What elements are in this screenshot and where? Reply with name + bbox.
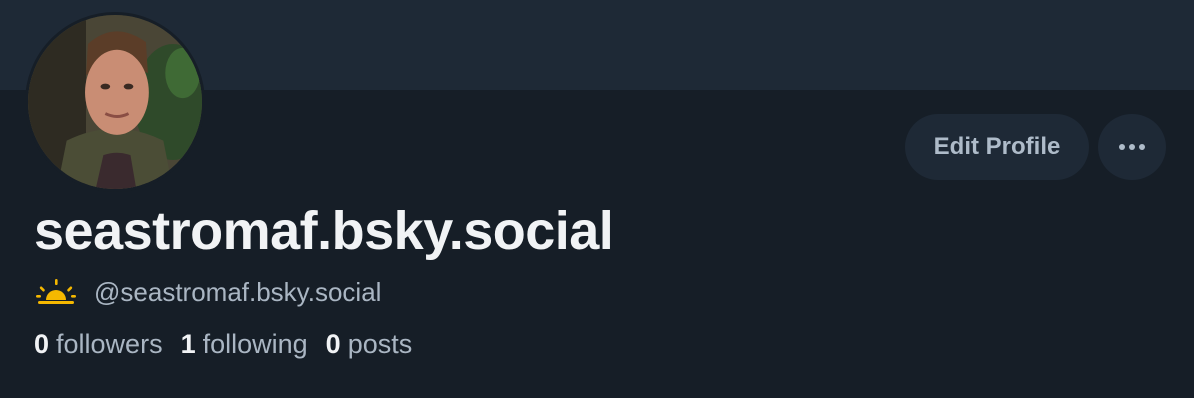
following-label: following xyxy=(202,329,308,359)
profile-stats: 0 followers 1 following 0 posts xyxy=(34,329,430,360)
followers-label: followers xyxy=(56,329,163,359)
followers-stat[interactable]: 0 followers xyxy=(34,329,163,360)
display-name: seastromaf.bsky.social xyxy=(34,201,614,261)
posts-count: 0 xyxy=(325,329,341,359)
ellipsis-icon xyxy=(1119,144,1145,150)
avatar[interactable] xyxy=(25,12,205,192)
user-handle: @seastromaf.bsky.social xyxy=(94,276,382,307)
following-count: 1 xyxy=(180,329,196,359)
following-stat[interactable]: 1 following xyxy=(181,329,308,360)
followers-count: 0 xyxy=(34,329,50,359)
posts-label: posts xyxy=(347,329,413,359)
user-photo-icon xyxy=(28,15,202,189)
posts-stat: 0 posts xyxy=(326,329,413,360)
handle-row: @seastromaf.bsky.social xyxy=(36,276,381,308)
sunrise-icon xyxy=(36,279,76,304)
edit-profile-button[interactable]: Edit Profile xyxy=(905,114,1089,180)
more-options-button[interactable] xyxy=(1098,114,1166,180)
profile-page: Edit Profile seastromaf.bsky.social @sea… xyxy=(0,0,1194,398)
